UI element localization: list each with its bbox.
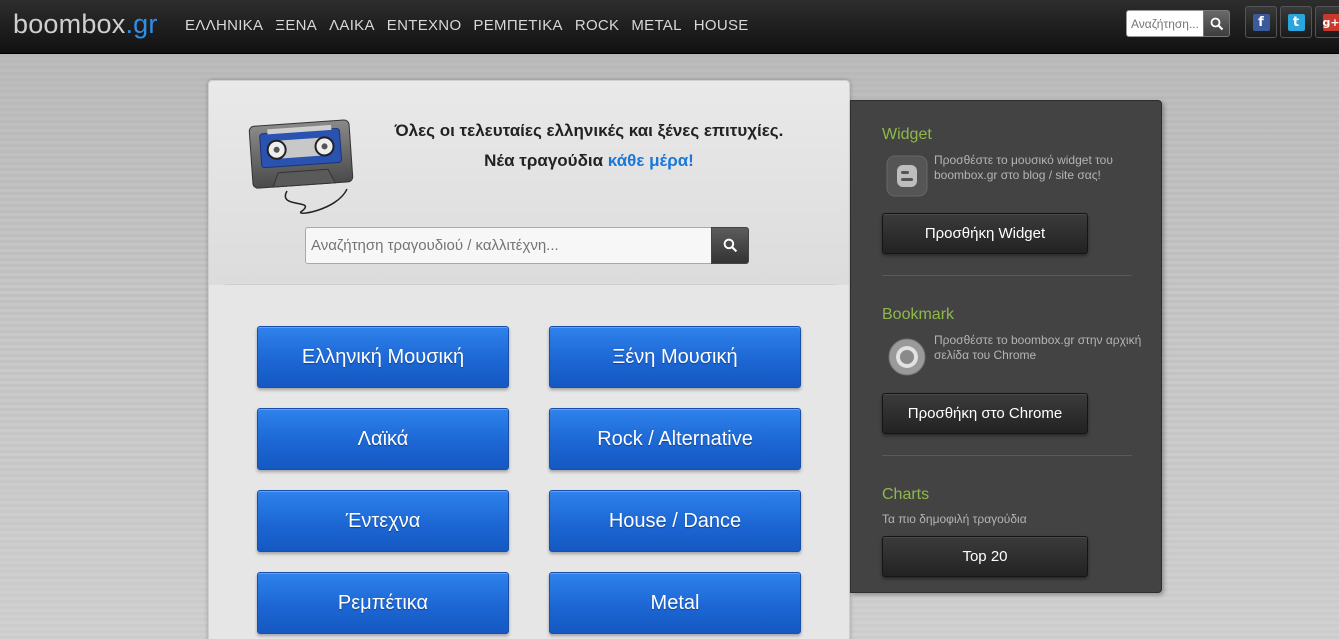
bookmark-heading: Bookmark bbox=[882, 306, 955, 323]
google-plus-button[interactable]: g+ bbox=[1315, 6, 1339, 38]
nav-item-rock[interactable]: ROCK bbox=[575, 17, 620, 34]
chrome-icon bbox=[888, 338, 926, 376]
add-to-chrome-button[interactable]: Προσθήκη στο Chrome bbox=[882, 393, 1088, 434]
twitter-icon: t bbox=[1287, 13, 1305, 31]
song-search-input[interactable] bbox=[305, 227, 713, 264]
header-search-input[interactable] bbox=[1126, 10, 1204, 37]
nav-item-entexno[interactable]: ΕΝΤΕΧΝΟ bbox=[387, 17, 462, 34]
nav-item-xena[interactable]: ΞΕΝΑ bbox=[275, 17, 317, 34]
facebook-icon: f bbox=[1252, 13, 1270, 31]
tagline-line2: Νέα τραγούδια κάθε μέρα! bbox=[379, 151, 799, 171]
charts-heading: Charts bbox=[882, 486, 930, 503]
nav-item-metal[interactable]: METAL bbox=[631, 17, 681, 34]
main-nav: ΕΛΛΗΝΙΚΑ ΞΕΝΑ ΛΑΙΚΑ ΕΝΤΕΧΝΟ ΡΕΜΠΕΤΙΚΑ RO… bbox=[185, 17, 761, 34]
site-logo[interactable]: boombox.gr bbox=[13, 9, 158, 40]
widget-description: Προσθέστε το μουσικό widget του boombox.… bbox=[934, 153, 1113, 182]
category-metal-button[interactable]: Metal bbox=[549, 572, 801, 634]
nav-item-house[interactable]: HOUSE bbox=[694, 17, 749, 34]
tagline-line1: Όλες οι τελευταίες ελληνικές και ξένες ε… bbox=[394, 121, 784, 140]
sidebar-divider bbox=[882, 455, 1132, 456]
nav-item-rempetika[interactable]: ΡΕΜΠΕΤΙΚΑ bbox=[473, 17, 562, 34]
top-navigation-bar: boombox.gr ΕΛΛΗΝΙΚΑ ΞΕΝΑ ΛΑΙΚΑ ΕΝΤΕΧΝΟ Ρ… bbox=[0, 0, 1339, 54]
category-house-button[interactable]: House / Dance bbox=[549, 490, 801, 552]
main-panel: Όλες οι τελευταίες ελληνικές και ξένες ε… bbox=[208, 80, 850, 639]
header-search bbox=[1126, 10, 1230, 37]
tagline-line2-prefix: Νέα τραγούδια bbox=[484, 151, 608, 170]
charts-description: Τα πιο δημοφιλή τραγούδια bbox=[882, 512, 1027, 526]
cassette-icon bbox=[248, 119, 354, 214]
search-icon bbox=[723, 238, 737, 253]
category-laika-button[interactable]: Λαϊκά bbox=[257, 408, 509, 470]
logo-text: boombox bbox=[13, 9, 126, 39]
category-rempetika-button[interactable]: Ρεμπέτικα bbox=[257, 572, 509, 634]
facebook-button[interactable]: f bbox=[1245, 6, 1277, 38]
sidebar-divider bbox=[882, 275, 1132, 276]
twitter-button[interactable]: t bbox=[1280, 6, 1312, 38]
bookmark-description: Προσθέστε το boombox.gr στην αρχική σελί… bbox=[934, 333, 1142, 362]
top-20-button[interactable]: Top 20 bbox=[882, 536, 1088, 577]
category-entexna-button[interactable]: Έντεχνα bbox=[257, 490, 509, 552]
nav-item-laika[interactable]: ΛΑΙΚΑ bbox=[329, 17, 375, 34]
tagline-highlight: κάθε μέρα! bbox=[607, 151, 694, 170]
category-foreign-music-button[interactable]: Ξένη Μουσική bbox=[549, 326, 801, 388]
hero-area: Όλες οι τελευταίες ελληνικές και ξένες ε… bbox=[209, 81, 849, 285]
google-plus-icon: g+ bbox=[1322, 13, 1339, 31]
sidebar: Widget Προσθέστε το μουσικό widget του b… bbox=[850, 100, 1162, 593]
category-rock-button[interactable]: Rock / Alternative bbox=[549, 408, 801, 470]
song-search-button[interactable] bbox=[711, 227, 749, 264]
search-icon bbox=[1210, 17, 1223, 30]
header-search-button[interactable] bbox=[1203, 10, 1230, 37]
category-greek-music-button[interactable]: Ελληνική Μουσική bbox=[257, 326, 509, 388]
add-widget-button[interactable]: Προσθήκη Widget bbox=[882, 213, 1088, 254]
widget-heading: Widget bbox=[882, 126, 932, 143]
blogger-icon bbox=[886, 155, 928, 197]
song-search bbox=[305, 227, 749, 264]
hero-divider bbox=[225, 284, 835, 285]
logo-tld: .gr bbox=[125, 9, 158, 39]
nav-item-ellinika[interactable]: ΕΛΛΗΝΙΚΑ bbox=[185, 17, 263, 34]
